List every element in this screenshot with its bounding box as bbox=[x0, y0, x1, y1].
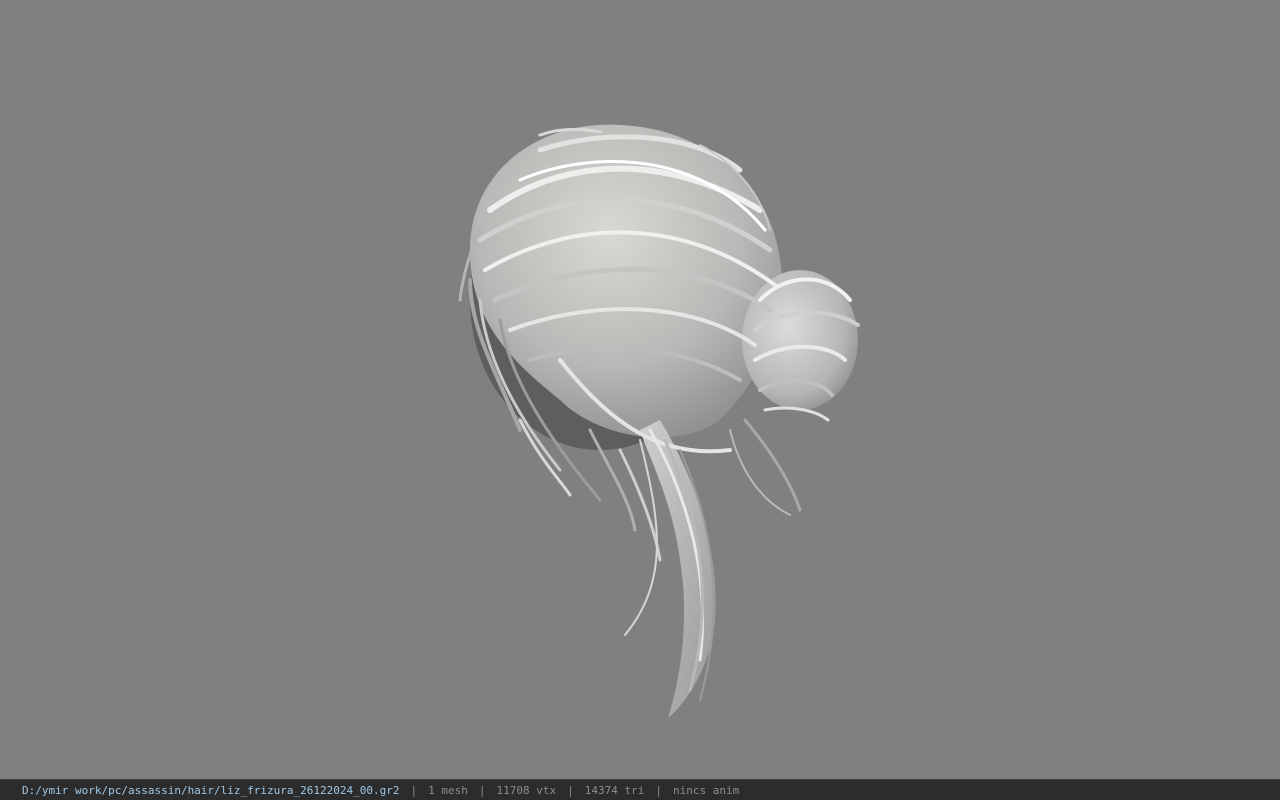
hair-tail bbox=[640, 420, 716, 718]
status-separator: | bbox=[410, 783, 418, 797]
triangle-count: 14374 tri bbox=[584, 783, 645, 797]
hair-model-render bbox=[458, 124, 860, 718]
mesh-count: 1 mesh bbox=[428, 783, 468, 797]
vertex-count: 11708 vtx bbox=[496, 783, 557, 797]
status-separator: | bbox=[655, 783, 662, 797]
status-separator: | bbox=[478, 783, 486, 797]
3d-viewport[interactable] bbox=[0, 0, 1280, 779]
status-separator: | bbox=[567, 783, 574, 797]
file-path: D:/ymir work/pc/assassin/hair/liz_frizur… bbox=[22, 783, 400, 797]
anim-state: nincs anim bbox=[672, 783, 740, 797]
status-bar: D:/ymir work/pc/assassin/hair/liz_frizur… bbox=[0, 779, 1280, 800]
